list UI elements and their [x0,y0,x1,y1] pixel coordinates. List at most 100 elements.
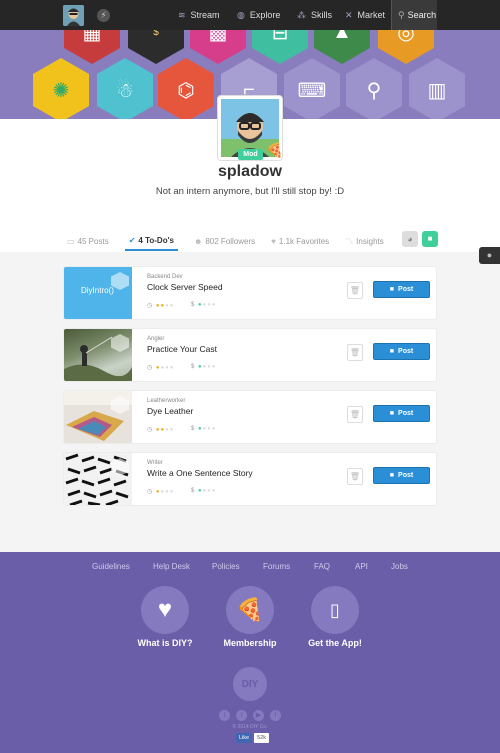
phone-icon: ▯ [330,599,340,620]
patch-wood-icon[interactable]: ◎ [378,30,434,64]
footer-link-guidelines[interactable]: Guidelines [92,562,130,571]
patch-typewriter-icon[interactable]: ⌨ [284,58,340,119]
youtube-icon[interactable]: ▶ [253,710,264,721]
nav-market[interactable]: ✕ Market [345,0,385,30]
footer-link-faq[interactable]: FAQ [314,562,330,571]
patch-bicycle-icon[interactable]: ⚲ [346,58,402,119]
delete-button[interactable]: 🗑 [347,468,363,485]
trash-icon: 🗑 [349,410,361,419]
tumblr-icon[interactable]: t [236,710,247,721]
video-camera-icon: ■ [427,234,433,243]
tab-insights[interactable]: 〽 Insights [341,231,388,251]
todo-title[interactable]: Dye Leather [147,406,193,416]
patch-money-icon[interactable]: $ [128,30,184,64]
user-bio: Not an intern anymore, but I'll still st… [155,186,345,197]
top-bar: ⚡ ≋ Stream ◍ Explore ⁂ Skills ✕ Market ⚲ Sear… [0,0,500,30]
trash-icon: 🗑 [349,348,361,357]
footer-link-forums[interactable]: Forums [263,562,290,571]
todo-card[interactable]: Angler Practice Your Cast ◷ ●●●● $ ●●●● … [63,328,437,382]
camera-icon: ■ [389,472,395,479]
palette-button[interactable]: ◕ [402,231,418,247]
twitter-icon[interactable]: t [219,710,230,721]
cost-rating: $ ●●●● [191,426,217,432]
post-button[interactable]: ■ Post [373,281,430,298]
cost-rating: $ ●●●● [191,364,217,370]
patch-piano-icon[interactable]: ▥ [409,58,465,119]
todo-thumbnail[interactable] [64,329,132,381]
todo-card[interactable]: DiyIntro() Backend Dev Clock Server Spee… [63,266,437,320]
todo-thumbnail[interactable] [64,453,132,505]
facebook-like-count: 52k [254,733,269,743]
username: spladow [217,163,282,180]
todo-title[interactable]: Practice Your Cast [147,344,217,354]
cost-rating: $ ●●●● [191,488,217,494]
todo-category: Leatherworker [147,398,186,404]
patch-code-icon[interactable]: ⌬ [158,58,214,119]
post-button[interactable]: ■ Post [373,405,430,422]
todo-card[interactable]: Writer Write a One Sentence Story ◷ ●●●●… [63,452,437,506]
pizza-icon: 🍕 [236,597,264,622]
chart-icon: 〽 [345,236,354,246]
difficulty-rating: ◷ ●●●● [147,489,175,495]
palette-icon: ◕ [407,234,413,244]
notifications-bolt-icon[interactable]: ⚡ [97,9,110,22]
nav-stream[interactable]: ≋ Stream [178,0,220,30]
heart-icon: ♥ [157,596,173,623]
tab-followers[interactable]: ☻ 802 Followers [190,231,259,251]
tools-icon: ✕ [345,9,353,20]
footer-link-api[interactable]: API [355,562,368,571]
camera-icon: ■ [389,286,395,293]
what-is-diy-button[interactable]: ♥ [141,586,189,634]
profile-tabs: ▭ 45 Posts ✔ 4 To-Do's ☻ 802 Followers ♥ 1.1… [63,231,388,251]
user-avatar[interactable] [63,5,84,26]
nav-skills[interactable]: ⁂ Skills [297,0,332,30]
facebook-like-widget[interactable]: Like 52k [236,733,269,743]
patch-pixel-icon[interactable]: ▩ [190,30,246,64]
search-input[interactable]: ⚲ Search [391,0,437,30]
todo-thumbnail[interactable] [64,391,132,443]
footer-link-policies[interactable]: Policies [212,562,240,571]
post-button[interactable]: ■ Post [373,467,430,484]
nav-explore[interactable]: ◍ Explore [237,0,280,30]
facebook-icon[interactable]: f [270,710,281,721]
side-panel-tab[interactable]: ● [479,247,500,264]
todo-category: Writer [147,460,163,466]
trash-icon: 🗑 [349,286,361,295]
footer-link-help-desk[interactable]: Help Desk [153,562,190,571]
todo-card[interactable]: Leatherworker Dye Leather ◷ ●●●● $ ●●●● … [63,390,437,444]
diy-logo[interactable]: DIY [233,667,267,701]
difficulty-rating: ◷ ●●●● [147,427,175,433]
todo-thumbnail[interactable]: DiyIntro() [64,267,132,319]
patch-yeti-icon[interactable]: ☃ [97,58,153,119]
patch-speaker-icon[interactable]: ▦ [64,30,120,64]
patch-spool-icon[interactable]: ✺ [33,58,89,119]
post-button[interactable]: ■ Post [373,343,430,360]
patch-tools-icon[interactable]: ⊟ [252,30,308,64]
camera-icon: ■ [389,348,395,355]
tab-favorites[interactable]: ♥ 1.1k Favorites [267,231,333,251]
stream-icon: ≋ [178,9,186,20]
get-app-button[interactable]: ▯ [311,586,359,634]
footer-link-jobs[interactable]: Jobs [391,562,408,571]
footer-links: Guidelines Help Desk Policies Forums FAQ… [0,562,500,574]
check-icon: ✔ [128,235,136,245]
delete-button[interactable]: 🗑 [347,344,363,361]
followers-icon: ☻ [193,236,203,246]
delete-button[interactable]: 🗑 [347,406,363,423]
membership-button[interactable]: 🍕 [226,586,274,634]
facebook-like-button[interactable]: Like [236,733,253,743]
tab-posts[interactable]: ▭ 45 Posts [63,231,113,251]
todo-category: Backend Dev [147,274,183,280]
todo-title[interactable]: Clock Server Speed [147,282,223,292]
search-icon: ⚲ [398,9,405,20]
get-app-label[interactable]: Get the App! [285,638,385,648]
patch-mountain-icon[interactable]: ▲ [314,30,370,64]
tab-todos[interactable]: ✔ 4 To-Do's [124,231,178,251]
planet-icon: ◍ [237,9,245,20]
skills-icon: ⁂ [297,9,306,20]
paw-icon: ● [486,250,493,260]
delete-button[interactable]: 🗑 [347,282,363,299]
heart-icon: ♥ [271,236,276,246]
video-button[interactable]: ■ [422,231,438,247]
todo-title[interactable]: Write a One Sentence Story [147,468,253,478]
